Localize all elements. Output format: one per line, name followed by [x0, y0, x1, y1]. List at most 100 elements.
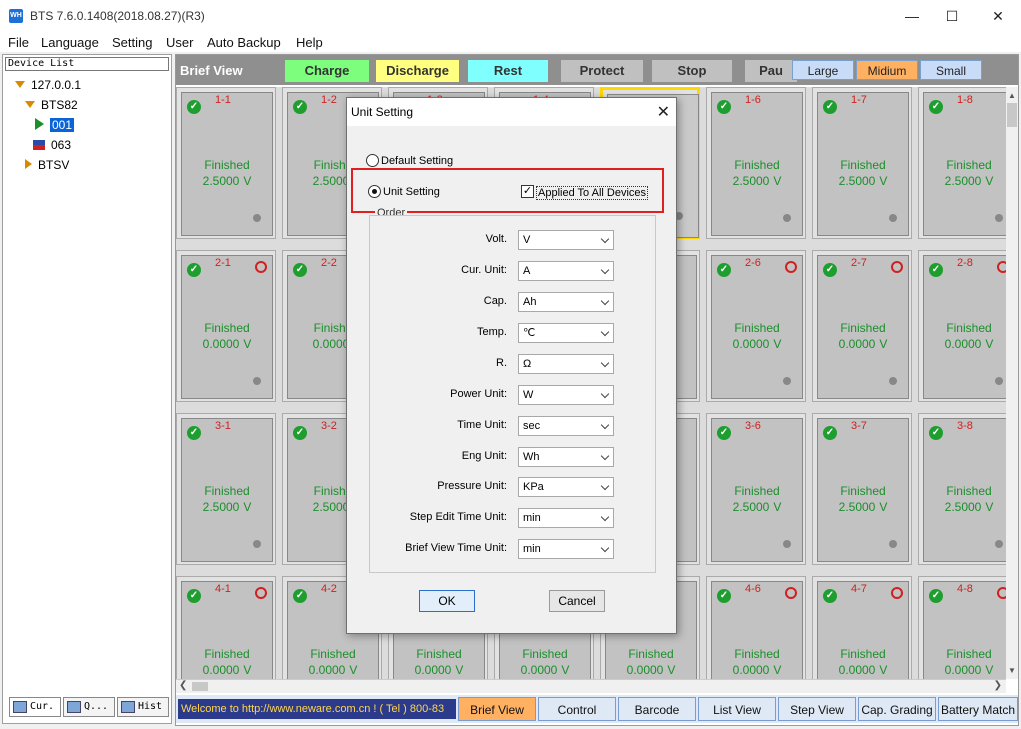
- chevron-down-icon: [600, 420, 610, 430]
- channel-cell[interactable]: ✓ 3-1 Finished 2.5000 V: [176, 413, 276, 565]
- status-button-4[interactable]: Stop: [652, 60, 732, 82]
- tree-node-host[interactable]: 127.0.0.1: [15, 77, 81, 93]
- channel-cell[interactable]: ✓ 1-6 Finished 2.5000 V: [706, 87, 806, 239]
- ok-button[interactable]: OK: [419, 590, 475, 612]
- tab-history[interactable]: Hist: [117, 697, 169, 717]
- default-setting-radio[interactable]: [366, 154, 379, 167]
- channel-id: 2-7: [851, 257, 867, 269]
- size-button-1[interactable]: Midium: [856, 60, 918, 80]
- unit-select[interactable]: ℃: [518, 323, 614, 343]
- channel-cell[interactable]: ✓ 1-1 Finished 2.5000 V: [176, 87, 276, 239]
- status-button-1[interactable]: Discharge: [376, 60, 459, 82]
- channel-cell[interactable]: ✓ 3-6 Finished 2.5000 V: [706, 413, 806, 565]
- history-icon: [121, 701, 135, 713]
- menu-auto-backup[interactable]: Auto Backup: [207, 35, 281, 50]
- horizontal-scroll-thumb[interactable]: [192, 682, 208, 691]
- menu-setting[interactable]: Setting: [112, 35, 152, 50]
- channel-value: 0.0000 V: [919, 663, 1006, 677]
- unit-select[interactable]: V: [518, 230, 614, 250]
- size-button-2[interactable]: Small: [920, 60, 982, 80]
- bottom-tab-2[interactable]: Barcode: [618, 697, 696, 721]
- channel-cell[interactable]: ✓ 2-8 Finished 0.0000 V: [918, 250, 1006, 402]
- menu-language[interactable]: Language: [41, 35, 99, 50]
- dialog-close-icon[interactable]: ✕: [657, 102, 670, 122]
- channel-status: Finished: [310, 647, 356, 661]
- channel-cell[interactable]: ✓ 2-1 Finished 0.0000 V: [176, 250, 276, 402]
- unit-select[interactable]: KPa: [518, 477, 614, 497]
- channel-cell[interactable]: ✓ 4-7 Finished 0.0000 V: [812, 576, 912, 679]
- bottom-tab-1[interactable]: Control: [538, 697, 616, 721]
- channel-cell[interactable]: ✓ 2-7 Finished 0.0000 V: [812, 250, 912, 402]
- menu-file[interactable]: File: [8, 35, 29, 50]
- status-button-2[interactable]: Rest: [468, 60, 548, 82]
- channel-voltage: 0.0000: [944, 663, 982, 677]
- status-button-0[interactable]: Charge: [285, 60, 369, 82]
- chevron-down-icon: [600, 327, 610, 337]
- unit-select[interactable]: W: [518, 385, 614, 405]
- unit-select[interactable]: min: [518, 539, 614, 559]
- channel-unit: V: [985, 337, 994, 351]
- channel-status: Finished: [204, 484, 250, 498]
- status-button-3[interactable]: Protect: [561, 60, 643, 82]
- tree-node-063[interactable]: 063: [33, 137, 71, 153]
- channel-voltage: 0.0000: [732, 337, 770, 351]
- unit-select[interactable]: sec: [518, 416, 614, 436]
- vertical-scroll-thumb[interactable]: [1007, 103, 1017, 127]
- cancel-button[interactable]: Cancel: [549, 590, 605, 612]
- indicator-dot-icon: [889, 540, 897, 548]
- horizontal-scrollbar[interactable]: ❮ ❯: [176, 679, 1006, 693]
- channel-unit: V: [773, 337, 782, 351]
- bottom-tab-0[interactable]: Brief View: [458, 697, 536, 721]
- channel-cell[interactable]: ✓ 2-6 Finished 0.0000 V: [706, 250, 806, 402]
- unit-select[interactable]: Ah: [518, 292, 614, 312]
- chevron-down-icon: [600, 234, 610, 244]
- applied-all-checkbox[interactable]: ✓: [521, 185, 534, 198]
- channel-cell[interactable]: ✓ 4-8 Finished 0.0000 V: [918, 576, 1006, 679]
- unit-select[interactable]: Wh: [518, 447, 614, 467]
- scroll-right-icon[interactable]: ❯: [994, 680, 1002, 691]
- status-button-5[interactable]: Pau: [745, 60, 797, 82]
- scroll-down-icon[interactable]: ▼: [1008, 666, 1016, 675]
- channel-cell[interactable]: ✓ 1-8 Finished 2.5000 V: [918, 87, 1006, 239]
- indicator-dot-icon: [889, 214, 897, 222]
- channel-cell[interactable]: ✓ 4-6 Finished 0.0000 V: [706, 576, 806, 679]
- maximize-button[interactable]: ☐: [934, 4, 970, 28]
- chevron-down-icon: [600, 451, 610, 461]
- tab-current[interactable]: Cur.: [9, 697, 61, 717]
- tab-query[interactable]: Q...: [63, 697, 115, 717]
- channel-cell[interactable]: ✓ 3-7 Finished 2.5000 V: [812, 413, 912, 565]
- tree-node-bts82[interactable]: BTS82: [25, 97, 78, 113]
- scroll-left-icon[interactable]: ❮: [179, 680, 187, 691]
- tree-node-btsv[interactable]: BTSV: [25, 157, 69, 173]
- check-icon: ✓: [293, 426, 307, 440]
- alarm-icon: [785, 261, 797, 273]
- scroll-up-icon[interactable]: ▲: [1008, 91, 1016, 100]
- unit-select-value: min: [523, 512, 541, 524]
- vertical-scrollbar[interactable]: ▲ ▼: [1006, 87, 1018, 679]
- minimize-button[interactable]: —: [894, 4, 930, 28]
- channel-id: 1-7: [851, 94, 867, 106]
- size-button-0[interactable]: Large: [792, 60, 854, 80]
- unit-select[interactable]: min: [518, 508, 614, 528]
- channel-voltage: 2.5000: [732, 174, 770, 188]
- close-button[interactable]: ✕: [980, 4, 1016, 28]
- unit-select[interactable]: A: [518, 261, 614, 281]
- channel-status: Finished: [734, 321, 780, 335]
- channel-id: 3-8: [957, 420, 973, 432]
- bottom-tab-5[interactable]: Cap. Grading: [858, 697, 936, 721]
- bottom-tab-6[interactable]: Battery Match: [938, 697, 1018, 721]
- menu-help[interactable]: Help: [296, 35, 323, 50]
- channel-cell[interactable]: ✓ 1-7 Finished 2.5000 V: [812, 87, 912, 239]
- indicator-dot-icon: [995, 540, 1003, 548]
- tree-node-001[interactable]: 001: [33, 117, 75, 133]
- bottom-tab-3[interactable]: List View: [698, 697, 776, 721]
- check-icon: ✓: [293, 100, 307, 114]
- unit-setting-radio[interactable]: [368, 185, 381, 198]
- alarm-icon: [997, 261, 1006, 273]
- channel-unit: V: [879, 500, 888, 514]
- menu-user[interactable]: User: [166, 35, 193, 50]
- channel-cell[interactable]: ✓ 3-8 Finished 2.5000 V: [918, 413, 1006, 565]
- bottom-tab-4[interactable]: Step View: [778, 697, 856, 721]
- channel-cell[interactable]: ✓ 4-1 Finished 0.0000 V: [176, 576, 276, 679]
- unit-select[interactable]: Ω: [518, 354, 614, 374]
